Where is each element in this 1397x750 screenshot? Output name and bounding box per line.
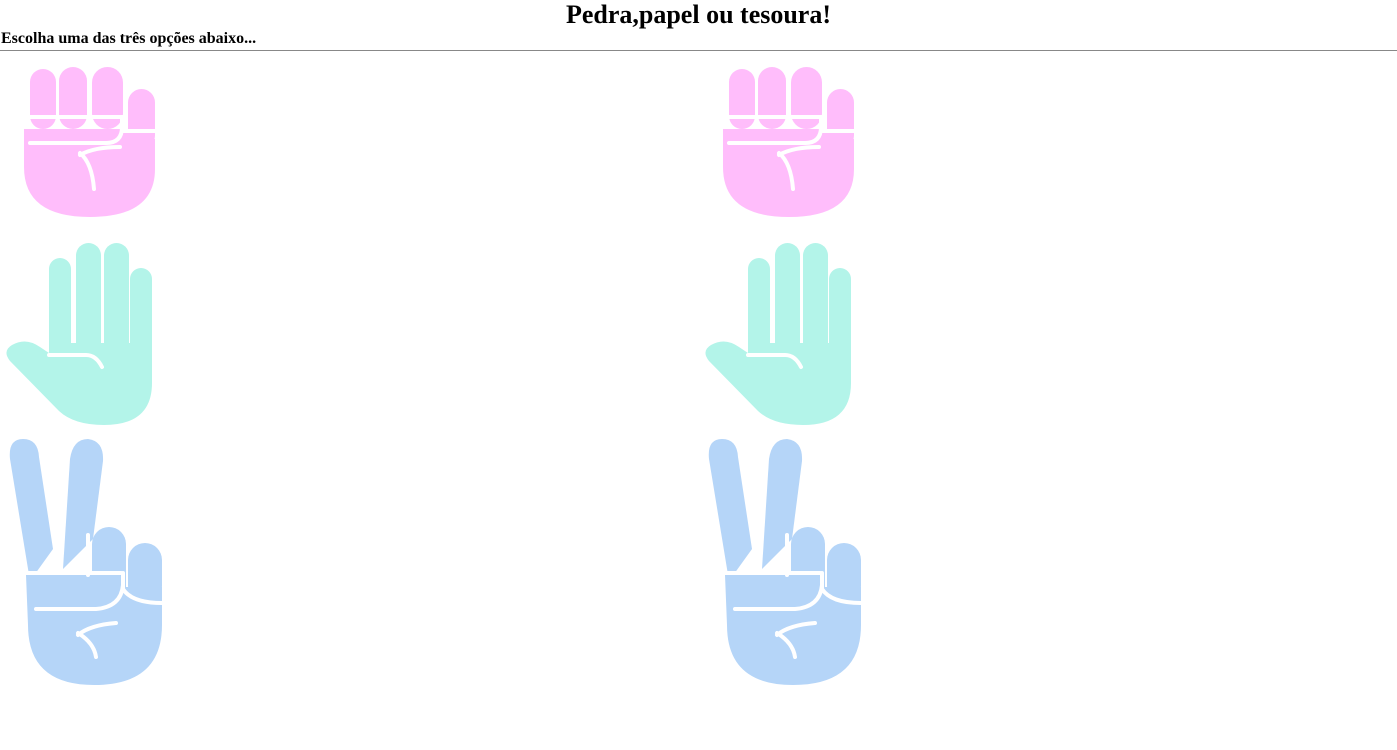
scissors-option-left[interactable] [8,439,166,685]
scissors-hand-icon [708,439,863,685]
computer-choices-right [699,51,899,746]
page-subtitle: Escolha uma das três opções abaixo... [1,30,257,47]
paper-hand-icon [6,243,153,425]
paper-hand-icon [705,243,851,425]
rock-option-right[interactable] [719,67,859,217]
rock-hand-icon [721,67,856,217]
scissors-hand-icon [9,439,164,685]
choices-area [0,51,1397,746]
player-choices-left [0,51,200,746]
paper-option-right[interactable] [703,243,853,425]
paper-option-left[interactable] [4,243,154,425]
page-title: Pedra,papel ou tesoura! [565,0,832,29]
rock-hand-icon [22,67,157,217]
scissors-option-right[interactable] [707,439,865,685]
rock-option-left[interactable] [20,67,160,217]
